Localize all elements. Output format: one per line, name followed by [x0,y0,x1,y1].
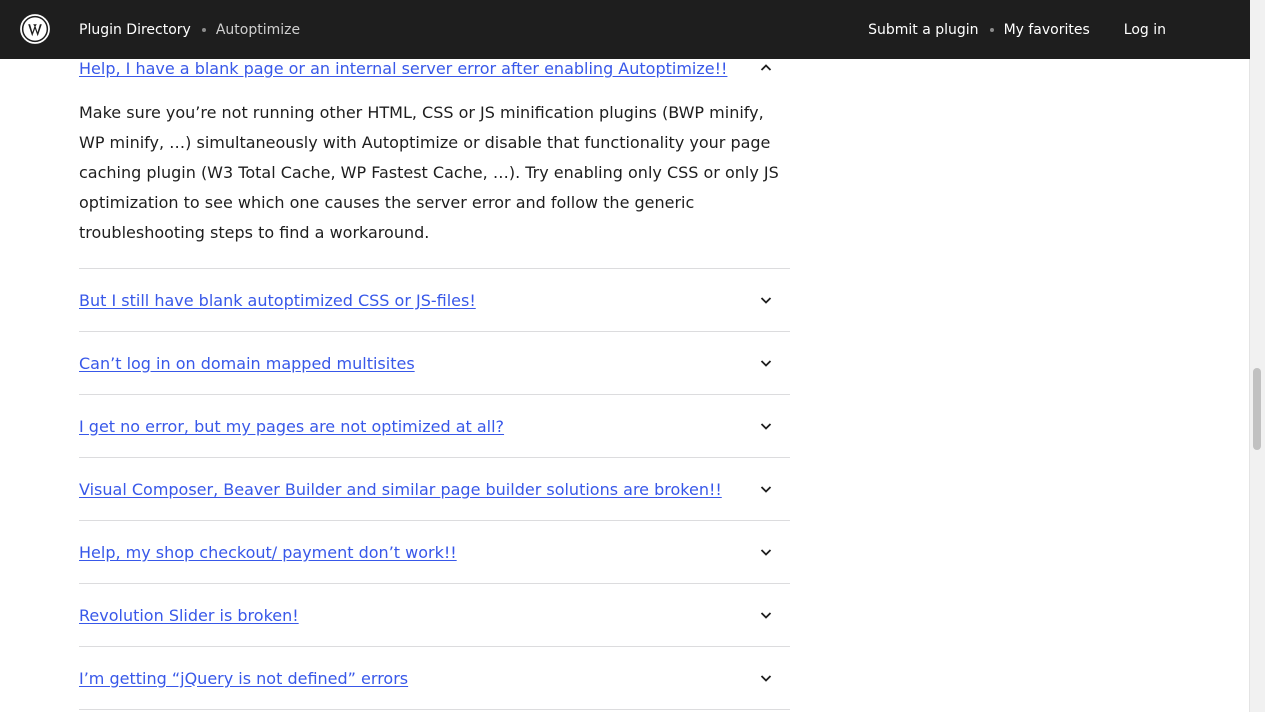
chevron-down-icon[interactable] [759,671,773,685]
nav-separator [989,27,994,32]
faq-question-link[interactable]: I’m getting “jQuery is not defined” erro… [79,647,790,709]
faq-item: But I still have blank autoptimized CSS … [79,269,790,332]
chevron-down-icon[interactable] [759,293,773,307]
scrollbar-thumb[interactable] [1253,368,1261,450]
chevron-up-icon[interactable] [759,61,773,75]
breadcrumb-plugin-directory[interactable]: Plugin Directory [79,22,191,38]
chevron-down-icon[interactable] [759,356,773,370]
my-favorites-link[interactable]: My favorites [1004,22,1090,38]
top-navigation-bar: Plugin Directory Autoptimize Submit a pl… [0,0,1250,59]
faq-question-link[interactable]: Can’t log in on domain mapped multisites [79,332,790,394]
chevron-down-icon[interactable] [759,482,773,496]
faq-item: I get no error, but my pages are not opt… [79,395,790,458]
faq-question-text[interactable]: But I still have blank autoptimized CSS … [79,291,476,310]
faq-question-text[interactable]: Help, my shop checkout/ payment don’t wo… [79,543,457,562]
faq-question-text[interactable]: Help, I have a blank page or an internal… [79,59,727,78]
faq-question-link[interactable]: Revolution Slider is broken! [79,584,790,646]
breadcrumb-autoptimize[interactable]: Autoptimize [216,22,300,38]
chevron-down-icon[interactable] [759,419,773,433]
faq-question-link[interactable]: Visual Composer, Beaver Builder and simi… [79,458,790,520]
faq-question-text[interactable]: I get no error, but my pages are not opt… [79,417,504,436]
faq-question-text[interactable]: Can’t log in on domain mapped multisites [79,354,415,373]
chevron-down-icon[interactable] [759,608,773,622]
faq-item: Revolution Slider is broken! [79,584,790,647]
breadcrumb: Plugin Directory Autoptimize [79,0,300,59]
chevron-down-icon[interactable] [759,545,773,559]
submit-plugin-link[interactable]: Submit a plugin [868,22,978,38]
wordpress-logo-icon[interactable] [20,14,50,44]
faq-question-text[interactable]: Revolution Slider is broken! [79,606,299,625]
faq-item: Visual Composer, Beaver Builder and simi… [79,458,790,521]
breadcrumb-separator [201,27,206,32]
page: Plugin Directory Autoptimize Submit a pl… [0,0,1265,712]
faq-item: I’m getting “jQuery is not defined” erro… [79,647,790,710]
faq-question-link[interactable]: Help, I have a blank page or an internal… [79,58,790,78]
faq-item: Help, my shop checkout/ payment don’t wo… [79,521,790,584]
faq-question-text[interactable]: Visual Composer, Beaver Builder and simi… [79,480,722,499]
faq-item: Can’t log in on domain mapped multisites [79,332,790,395]
faq-question-link[interactable]: I get no error, but my pages are not opt… [79,395,790,457]
faq-list: Help, I have a blank page or an internal… [79,0,790,710]
page-scrollbar[interactable] [1249,0,1265,712]
faq-question-text[interactable]: I’m getting “jQuery is not defined” erro… [79,669,408,688]
faq-question-link[interactable]: But I still have blank autoptimized CSS … [79,269,790,331]
faq-question-link[interactable]: Help, my shop checkout/ payment don’t wo… [79,521,790,583]
account-navigation: Submit a plugin My favorites Log in [868,0,1166,59]
log-in-link[interactable]: Log in [1124,22,1166,38]
